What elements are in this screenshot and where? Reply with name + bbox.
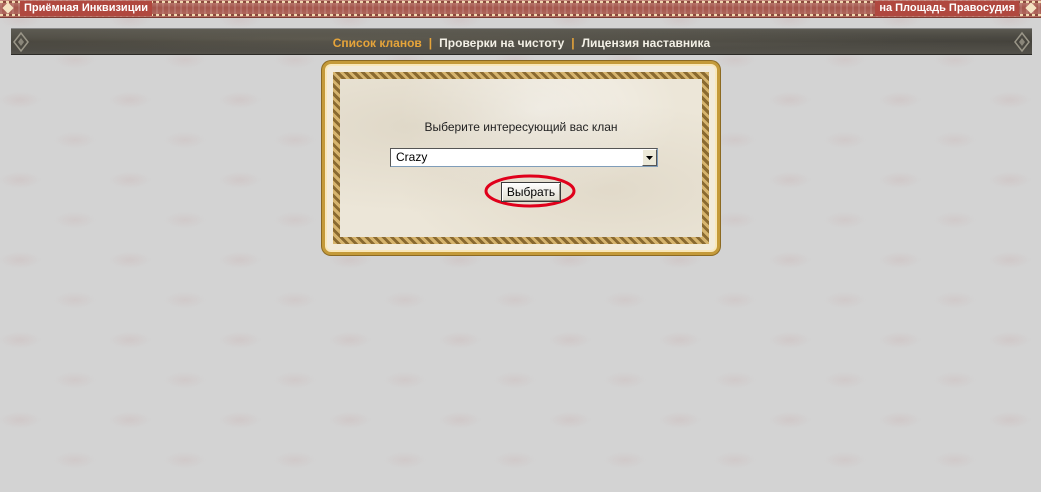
nav-item-clan-list[interactable]: Список кланов [333,36,422,50]
panel-content: Выберите интересующий вас клан Crazy Выб… [340,79,702,237]
select-clan-button[interactable]: Выбрать [501,182,561,202]
ornament-diamond-icon [2,2,14,14]
clan-select-panel: Выберите интересующий вас клан Crazy Выб… [322,61,720,255]
nav-right-ornament-icon [1014,31,1030,53]
clan-prompt-label: Выберите интересующий вас клан [424,120,618,134]
nav-menu: Список кланов | Проверки на чистоту | Ли… [11,29,1032,56]
justice-square-link[interactable]: на Площадь Правосудия [875,1,1019,16]
nav-item-mentor-license[interactable]: Лицензия наставника [582,36,711,50]
clan-select-dropdown[interactable]: Crazy [390,148,658,167]
nav-separator: | [428,35,433,50]
clan-select-value: Crazy [396,150,428,164]
nav-bar: Список кланов | Проверки на чистоту | Ли… [11,28,1032,55]
chevron-down-icon[interactable] [642,149,657,166]
ornament-diamond-icon [1025,2,1037,14]
nav-separator: | [571,35,575,50]
nav-item-purity-checks[interactable]: Проверки на чистоту [439,36,564,50]
inquisition-reception-link[interactable]: Приёмная Инквизиции [20,1,152,16]
submit-area: Выбрать [483,173,577,209]
top-ornament-bar: Приёмная Инквизиции на Площадь Правосуди… [0,0,1041,18]
